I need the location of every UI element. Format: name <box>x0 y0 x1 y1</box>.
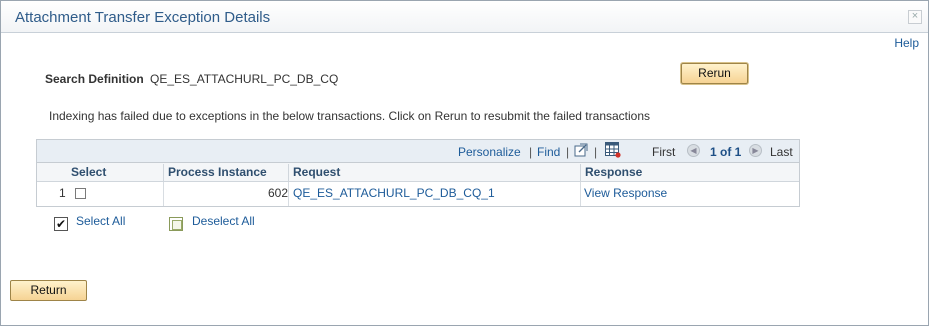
column-divider <box>580 182 581 206</box>
search-definition-value: QE_ES_ATTACHURL_PC_DB_CQ <box>150 72 339 86</box>
col-header-response: Response <box>580 164 642 182</box>
view-response-link[interactable]: View Response <box>584 186 667 200</box>
new-window-icon[interactable] <box>574 143 588 157</box>
col-header-select: Select <box>71 165 107 179</box>
checkbox-checked-icon[interactable]: ✔ <box>54 217 68 231</box>
nav-separator: | <box>529 145 533 159</box>
row-number: 1 <box>59 186 66 200</box>
grid-header-row <box>37 163 799 182</box>
checkbox-empty-icon[interactable] <box>169 217 183 231</box>
grid-download-icon[interactable] <box>605 142 621 158</box>
prev-arrow-icon[interactable]: ◀ <box>687 144 700 157</box>
dialog-titlebar: Attachment Transfer Exception Details × <box>1 1 928 33</box>
col-header-process-instance: Process Instance <box>163 164 267 182</box>
select-all-link[interactable]: Select All <box>76 214 125 228</box>
rerun-button[interactable]: Rerun <box>681 63 748 84</box>
exception-details-dialog: Attachment Transfer Exception Details × … <box>0 0 929 326</box>
row-select-checkbox[interactable] <box>75 188 86 199</box>
dialog-title: Attachment Transfer Exception Details <box>15 9 271 26</box>
nav-separator: | <box>566 145 570 159</box>
next-arrow-icon[interactable]: ▶ <box>749 144 762 157</box>
nav-separator: | <box>594 145 598 159</box>
column-divider <box>288 182 289 206</box>
find-link[interactable]: Find <box>537 145 560 159</box>
exceptions-grid: Personalize | Find | | First ◀ 1 of 1 ▶ … <box>36 139 800 207</box>
col-header-request: Request <box>288 164 340 182</box>
return-button[interactable]: Return <box>10 280 87 301</box>
info-message: Indexing has failed due to exceptions in… <box>49 109 651 123</box>
personalize-link[interactable]: Personalize <box>458 145 521 159</box>
process-instance-value: 602 <box>268 186 289 200</box>
close-icon[interactable]: × <box>908 10 922 24</box>
request-link[interactable]: QE_ES_ATTACHURL_PC_DB_CQ_1 <box>293 186 495 200</box>
first-page-label[interactable]: First <box>652 145 675 159</box>
deselect-all-link[interactable]: Deselect All <box>192 214 255 228</box>
last-page-label[interactable]: Last <box>770 145 793 159</box>
grid-navigation-bar: Personalize | Find | | First ◀ 1 of 1 ▶ … <box>37 140 799 163</box>
search-definition-label: Search Definition <box>45 72 144 86</box>
column-divider <box>163 182 164 206</box>
page-indicator: 1 of 1 <box>710 145 742 159</box>
help-link[interactable]: Help <box>894 36 919 50</box>
